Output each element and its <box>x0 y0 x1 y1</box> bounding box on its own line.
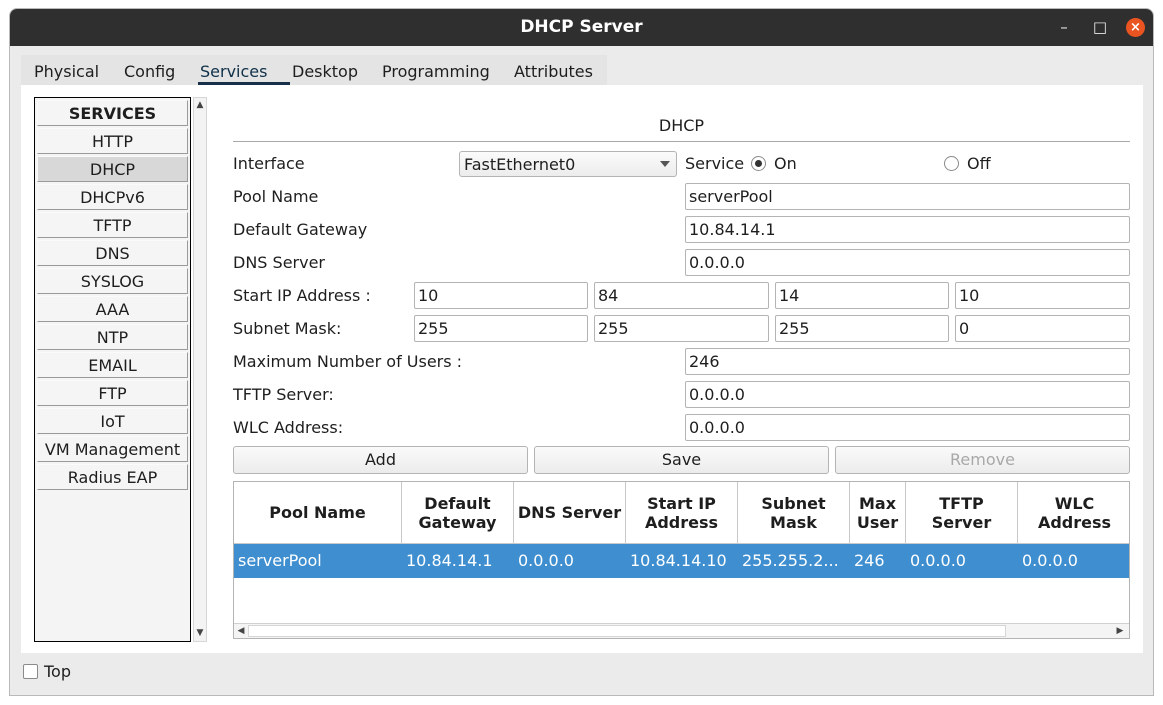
sidebar-item-ftp[interactable]: FTP <box>37 380 188 406</box>
dhcp-server-window: DHCP Server – □ × Physical Config Servic… <box>9 8 1154 696</box>
service-on-label: On <box>774 154 797 173</box>
cell-subnet-mask: 255.255.2... <box>742 551 839 570</box>
pool-name-input[interactable]: serverPool <box>685 183 1130 210</box>
subnet-mask-label: Subnet Mask: <box>233 319 342 338</box>
sidebar-header: SERVICES <box>37 100 188 126</box>
subnet-octet-3[interactable]: 255 <box>775 315 949 342</box>
start-ip-octet-1[interactable]: 10 <box>414 282 588 309</box>
tftp-server-label: TFTP Server: <box>233 385 334 404</box>
window-title: DHCP Server <box>520 17 643 37</box>
service-off-radio[interactable] <box>944 156 959 171</box>
column-header-start-ip[interactable]: Start IP Address <box>626 482 738 544</box>
title-bar[interactable]: DHCP Server – □ × <box>10 9 1153 46</box>
add-button[interactable]: Add <box>233 446 528 474</box>
save-button[interactable]: Save <box>534 446 829 474</box>
service-on-radio[interactable] <box>751 156 766 171</box>
column-header-subnet-mask[interactable]: Subnet Mask <box>738 482 850 544</box>
pool-name-label: Pool Name <box>233 187 319 206</box>
start-ip-octet-4[interactable]: 10 <box>955 282 1130 309</box>
dns-server-label: DNS Server <box>233 253 325 272</box>
start-ip-octet-3[interactable]: 14 <box>775 282 949 309</box>
cell-wlc-address: 0.0.0.0 <box>1022 551 1078 570</box>
section-divider <box>233 141 1130 142</box>
dns-server-input[interactable]: 0.0.0.0 <box>685 249 1130 276</box>
sidebar-item-dns[interactable]: DNS <box>37 240 188 266</box>
cell-tftp-server: 0.0.0.0 <box>910 551 966 570</box>
subnet-octet-4[interactable]: 0 <box>955 315 1130 342</box>
column-header-pool-name[interactable]: Pool Name <box>234 482 402 544</box>
sidebar-item-tftp[interactable]: TFTP <box>37 212 188 238</box>
cell-dns-server: 0.0.0.0 <box>518 551 574 570</box>
maximize-icon[interactable]: □ <box>1091 18 1109 36</box>
cell-start-ip: 10.84.14.10 <box>630 551 727 570</box>
services-panel: SERVICES HTTP DHCP DHCPv6 TFTP DNS SYSLO… <box>21 85 1143 653</box>
column-header-max-user[interactable]: Max User <box>850 482 906 544</box>
default-gateway-input[interactable]: 10.84.14.1 <box>685 216 1130 243</box>
top-checkbox[interactable] <box>23 664 38 679</box>
cell-max-user: 246 <box>854 551 885 570</box>
pool-table: Pool Name Default Gateway DNS Server Sta… <box>233 481 1130 639</box>
start-ip-label: Start IP Address : <box>233 286 371 305</box>
tab-attributes[interactable]: Attributes <box>514 62 593 81</box>
tab-desktop[interactable]: Desktop <box>292 62 358 81</box>
sidebar-item-radius-eap[interactable]: Radius EAP <box>37 464 188 490</box>
column-header-wlc-address[interactable]: WLC Address <box>1018 482 1129 544</box>
service-off-label: Off <box>967 154 991 173</box>
wlc-address-label: WLC Address: <box>233 418 344 437</box>
column-header-default-gateway[interactable]: Default Gateway <box>402 482 514 544</box>
chevron-down-icon <box>660 161 670 167</box>
sidebar-item-dhcp[interactable]: DHCP <box>37 156 188 182</box>
sidebar-item-dhcpv6[interactable]: DHCPv6 <box>37 184 188 210</box>
tab-config[interactable]: Config <box>124 62 175 81</box>
scroll-up-icon[interactable]: ▲ <box>194 99 206 111</box>
tftp-server-input[interactable]: 0.0.0.0 <box>685 381 1130 408</box>
sidebar-item-iot[interactable]: IoT <box>37 408 188 434</box>
tab-physical[interactable]: Physical <box>34 62 99 81</box>
cell-default-gateway: 10.84.14.1 <box>406 551 493 570</box>
wlc-address-input[interactable]: 0.0.0.0 <box>685 414 1130 441</box>
scroll-left-icon[interactable]: ◀ <box>235 625 247 637</box>
tab-programming[interactable]: Programming <box>382 62 490 81</box>
scroll-right-icon[interactable]: ▶ <box>1114 625 1126 637</box>
cell-pool-name: serverPool <box>238 551 322 570</box>
max-users-input[interactable]: 246 <box>685 348 1130 375</box>
tab-bar: Physical Config Services Desktop Program… <box>21 55 607 85</box>
subnet-octet-2[interactable]: 255 <box>594 315 769 342</box>
interface-select[interactable]: FastEthernet0 <box>459 151 677 177</box>
scrollbar-thumb[interactable] <box>248 625 1006 637</box>
sidebar-item-syslog[interactable]: SYSLOG <box>37 268 188 294</box>
max-users-label: Maximum Number of Users : <box>233 352 463 371</box>
interface-label: Interface <box>233 154 305 173</box>
sidebar-item-email[interactable]: EMAIL <box>37 352 188 378</box>
sidebar-item-http[interactable]: HTTP <box>37 128 188 154</box>
sidebar-item-vm-management[interactable]: VM Management <box>37 436 188 462</box>
close-icon[interactable]: × <box>1126 18 1145 37</box>
default-gateway-label: Default Gateway <box>233 220 368 239</box>
scroll-down-icon[interactable]: ▼ <box>194 627 206 639</box>
subnet-octet-1[interactable]: 255 <box>414 315 588 342</box>
minimize-icon[interactable]: – <box>1055 18 1073 36</box>
section-title: DHCP <box>658 116 705 135</box>
start-ip-octet-2[interactable]: 84 <box>594 282 769 309</box>
sidebar-item-aaa[interactable]: AAA <box>37 296 188 322</box>
column-header-dns-server[interactable]: DNS Server <box>514 482 626 544</box>
tab-services[interactable]: Services <box>200 62 267 81</box>
service-label: Service <box>685 154 745 173</box>
top-label: Top <box>44 662 71 681</box>
sidebar-scrollbar[interactable]: ▲ ▼ <box>193 97 207 642</box>
interface-value: FastEthernet0 <box>464 155 576 174</box>
column-header-tftp-server[interactable]: TFTP Server <box>906 482 1018 544</box>
remove-button[interactable]: Remove <box>835 446 1130 474</box>
sidebar-item-ntp[interactable]: NTP <box>37 324 188 350</box>
services-sidebar: SERVICES HTTP DHCP DHCPv6 TFTP DNS SYSLO… <box>34 97 191 642</box>
table-horizontal-scrollbar[interactable]: ◀ ▶ <box>234 623 1129 638</box>
